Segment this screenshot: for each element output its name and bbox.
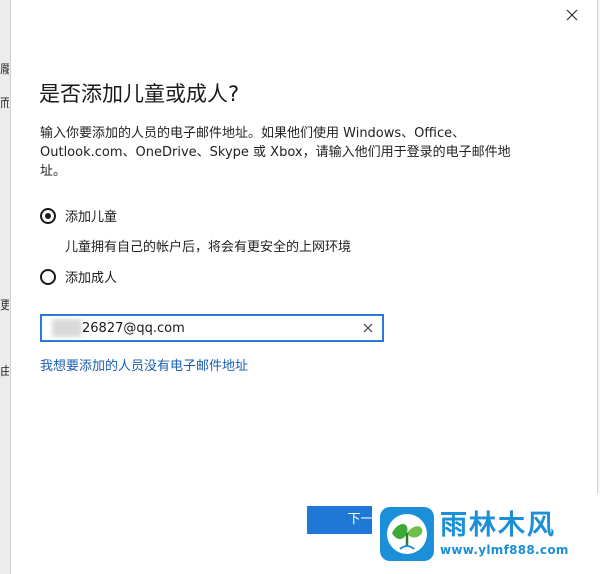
background-text: 而 [0,96,9,110]
add-family-member-dialog: 是否添加儿童或成人? 输入你要添加的人员的电子邮件地址。如果他们使用 Windo… [10,0,598,574]
radio-add-child[interactable]: 添加儿童 [40,206,117,225]
watermark: 雨林木风 www.ylmf888.com [372,493,600,574]
radio-button-checked[interactable] [40,207,56,224]
no-email-link[interactable]: 我想要添加的人员没有电子邮件地址 [40,355,248,374]
background-text: 更 [0,298,9,312]
background-text: 龎 [0,62,9,76]
radio-label-add-adult: 添加成人 [65,271,118,286]
clear-input-button[interactable] [360,320,376,336]
child-option-description: 儿童拥有自己的帐户后，将会有更安全的上网环境 [65,240,352,255]
dialog-description: 输入你要添加的人员的电子邮件地址。如果他们使用 Windows、Office、O… [40,126,511,179]
close-icon [566,9,578,21]
background-text: 由 [0,364,9,378]
radio-button-unchecked[interactable] [40,268,56,285]
watermark-title: 雨林木风 [440,509,556,541]
clear-icon [363,323,373,333]
radio-label-add-child: 添加儿童 [65,210,118,225]
close-button[interactable] [557,2,587,28]
radio-add-adult[interactable]: 添加成人 [40,267,117,286]
dialog-title: 是否添加儿童或成人? [39,82,240,106]
watermark-url: www.ylmf888.com [440,542,569,557]
leaf-logo-icon [380,506,434,561]
email-input[interactable] [42,316,352,340]
email-field[interactable] [40,314,384,342]
